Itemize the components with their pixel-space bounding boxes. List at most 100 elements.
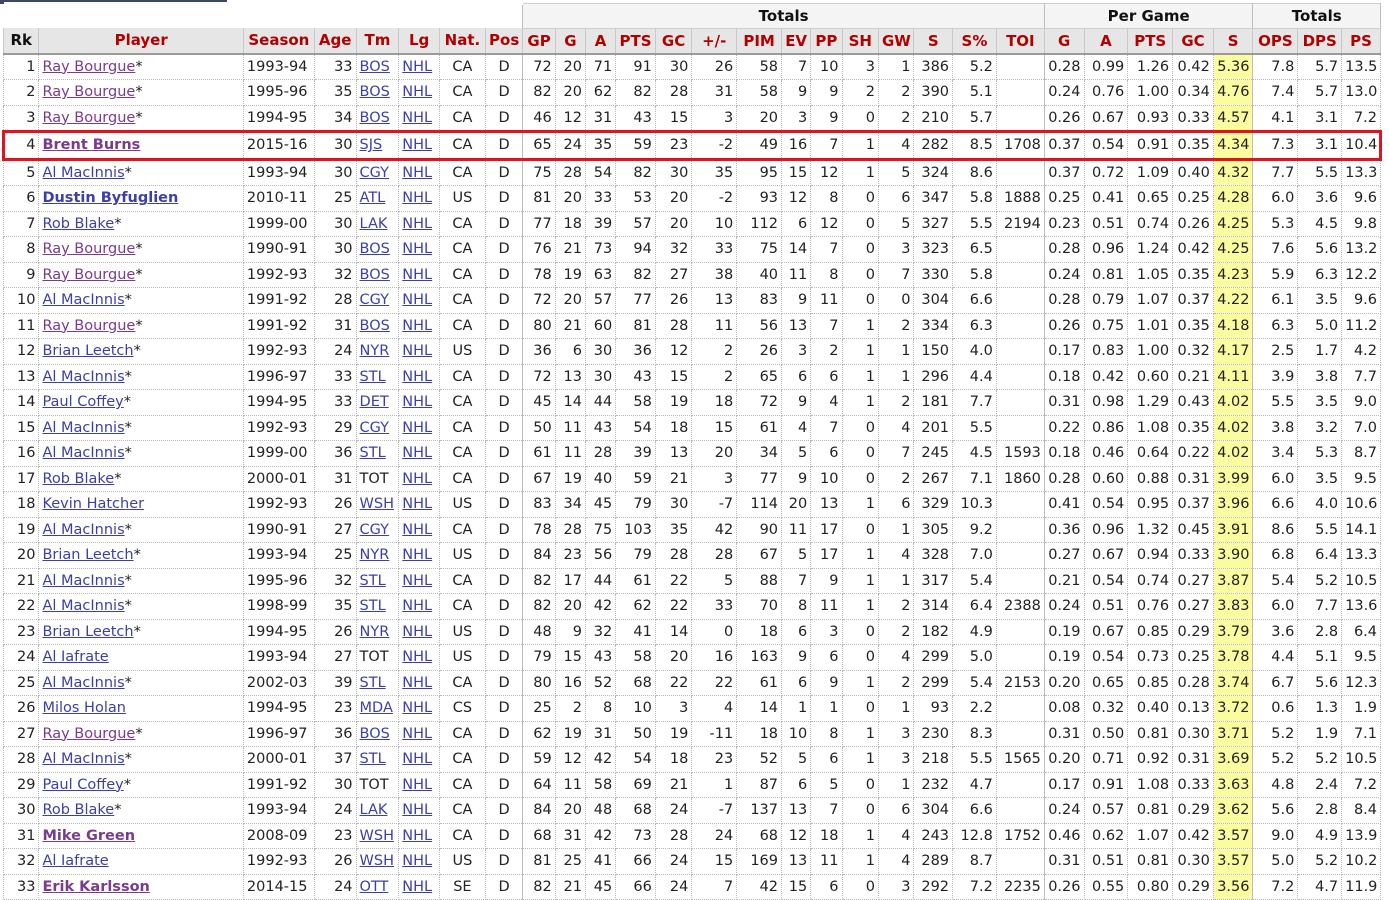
player-link[interactable]: Rob Blake xyxy=(42,216,114,232)
ev-header[interactable]: EV xyxy=(781,28,812,55)
team-link[interactable]: BOS xyxy=(360,318,390,334)
player-link[interactable]: Ray Bourgue xyxy=(42,59,135,75)
sh-header[interactable]: SH xyxy=(841,28,879,55)
player-link[interactable]: Mike Green xyxy=(42,828,135,844)
team-link[interactable]: ATL xyxy=(360,190,386,206)
league-link[interactable]: NHL xyxy=(402,777,432,793)
plus-minus-header[interactable]: +/- xyxy=(691,28,738,55)
league-link[interactable]: NHL xyxy=(402,137,432,153)
player-link[interactable]: Erik Karlsson xyxy=(42,879,149,895)
league-header[interactable]: Lg xyxy=(398,28,440,55)
team-link[interactable]: CGY xyxy=(360,420,390,436)
player-link[interactable]: Al MacInnis xyxy=(42,522,124,538)
team-link[interactable]: STL xyxy=(360,369,386,385)
player-link[interactable]: Brian Leetch xyxy=(42,624,133,640)
shot-pct-header[interactable]: S% xyxy=(952,28,997,55)
team-link[interactable]: DET xyxy=(360,394,389,410)
league-link[interactable]: NHL xyxy=(402,802,432,818)
pg-assists-header[interactable]: A xyxy=(1083,28,1129,55)
player-header[interactable]: Player xyxy=(38,28,244,55)
player-link[interactable]: Rob Blake xyxy=(42,802,114,818)
team-link[interactable]: STL xyxy=(360,573,386,589)
assists-header[interactable]: A xyxy=(584,28,617,55)
league-link[interactable]: NHL xyxy=(402,59,432,75)
pg-goals-header[interactable]: G xyxy=(1043,28,1085,55)
ops-header[interactable]: OPS xyxy=(1252,28,1299,55)
player-link[interactable]: Al MacInnis xyxy=(42,165,124,181)
team-link[interactable]: CGY xyxy=(360,292,390,308)
league-link[interactable]: NHL xyxy=(402,318,432,334)
team-link[interactable]: LAK xyxy=(360,216,388,232)
player-link[interactable]: Brian Leetch xyxy=(42,343,133,359)
points-header[interactable]: PTS xyxy=(615,28,656,55)
player-link[interactable]: Ray Bourgue xyxy=(42,84,135,100)
gc-header[interactable]: GC xyxy=(654,28,693,55)
league-link[interactable]: NHL xyxy=(402,726,432,742)
player-link[interactable]: Al Iafrate xyxy=(42,853,108,869)
league-link[interactable]: NHL xyxy=(402,828,432,844)
league-link[interactable]: NHL xyxy=(402,369,432,385)
player-link[interactable]: Al MacInnis xyxy=(42,598,124,614)
season-header[interactable]: Season xyxy=(242,28,315,55)
player-link[interactable]: Brent Burns xyxy=(42,137,140,153)
player-link[interactable]: Brian Leetch xyxy=(42,547,133,563)
league-link[interactable]: NHL xyxy=(402,573,432,589)
rank-header[interactable]: Rk xyxy=(2,28,40,55)
player-link[interactable]: Al MacInnis xyxy=(42,292,124,308)
league-link[interactable]: NHL xyxy=(402,624,432,640)
player-link[interactable]: Al Iafrate xyxy=(42,649,108,665)
player-link[interactable]: Milos Holan xyxy=(42,700,125,716)
league-link[interactable]: NHL xyxy=(402,496,432,512)
toi-header[interactable]: TOI xyxy=(995,28,1045,55)
league-link[interactable]: NHL xyxy=(402,394,432,410)
team-link[interactable]: BOS xyxy=(360,110,390,126)
league-link[interactable]: NHL xyxy=(402,190,432,206)
team-link[interactable]: BOS xyxy=(360,241,390,257)
gw-header[interactable]: GW xyxy=(877,28,915,55)
age-header[interactable]: Age xyxy=(313,28,357,55)
league-link[interactable]: NHL xyxy=(402,751,432,767)
team-link[interactable]: WSH xyxy=(360,828,394,844)
nationality-header[interactable]: Nat. xyxy=(438,28,486,55)
team-link[interactable]: LAK xyxy=(360,802,388,818)
team-link[interactable]: STL xyxy=(360,445,386,461)
player-link[interactable]: Ray Bourgue xyxy=(42,318,135,334)
player-link[interactable]: Al MacInnis xyxy=(42,675,124,691)
league-link[interactable]: NHL xyxy=(402,84,432,100)
player-link[interactable]: Al MacInnis xyxy=(42,573,124,589)
team-header[interactable]: Tm xyxy=(355,28,400,55)
pim-header[interactable]: PIM xyxy=(736,28,783,55)
player-link[interactable]: Rob Blake xyxy=(42,471,114,487)
team-link[interactable]: STL xyxy=(360,751,386,767)
pp-header[interactable]: PP xyxy=(810,28,843,55)
league-link[interactable]: NHL xyxy=(402,522,432,538)
team-link[interactable]: CGY xyxy=(360,522,390,538)
team-link[interactable]: BOS xyxy=(360,59,390,75)
team-link[interactable]: BOS xyxy=(360,84,390,100)
ps-header[interactable]: PS xyxy=(1341,28,1381,55)
goals-header[interactable]: G xyxy=(554,28,586,55)
position-header[interactable]: Pos xyxy=(484,28,524,55)
league-link[interactable]: NHL xyxy=(402,649,432,665)
league-link[interactable]: NHL xyxy=(402,292,432,308)
player-link[interactable]: Al MacInnis xyxy=(42,751,124,767)
league-link[interactable]: NHL xyxy=(402,110,432,126)
player-link[interactable]: Dustin Byfuglien xyxy=(42,190,178,206)
league-link[interactable]: NHL xyxy=(402,343,432,359)
league-link[interactable]: NHL xyxy=(402,853,432,869)
player-link[interactable]: Ray Bourgue xyxy=(42,267,135,283)
pg-shots-header[interactable]: S xyxy=(1212,28,1254,55)
team-link[interactable]: WSH xyxy=(360,496,394,512)
team-link[interactable]: BOS xyxy=(360,267,390,283)
league-link[interactable]: NHL xyxy=(402,879,432,895)
team-link[interactable]: STL xyxy=(360,598,386,614)
league-link[interactable]: NHL xyxy=(402,267,432,283)
player-link[interactable]: Ray Bourgue xyxy=(42,241,135,257)
shots-header[interactable]: S xyxy=(913,28,954,55)
league-link[interactable]: NHL xyxy=(402,445,432,461)
pg-gc-header[interactable]: GC xyxy=(1172,28,1214,55)
player-link[interactable]: Paul Coffey xyxy=(42,777,123,793)
team-link[interactable]: BOS xyxy=(360,726,390,742)
player-link[interactable]: Ray Bourgue xyxy=(42,726,135,742)
gp-header[interactable]: GP xyxy=(522,28,556,55)
